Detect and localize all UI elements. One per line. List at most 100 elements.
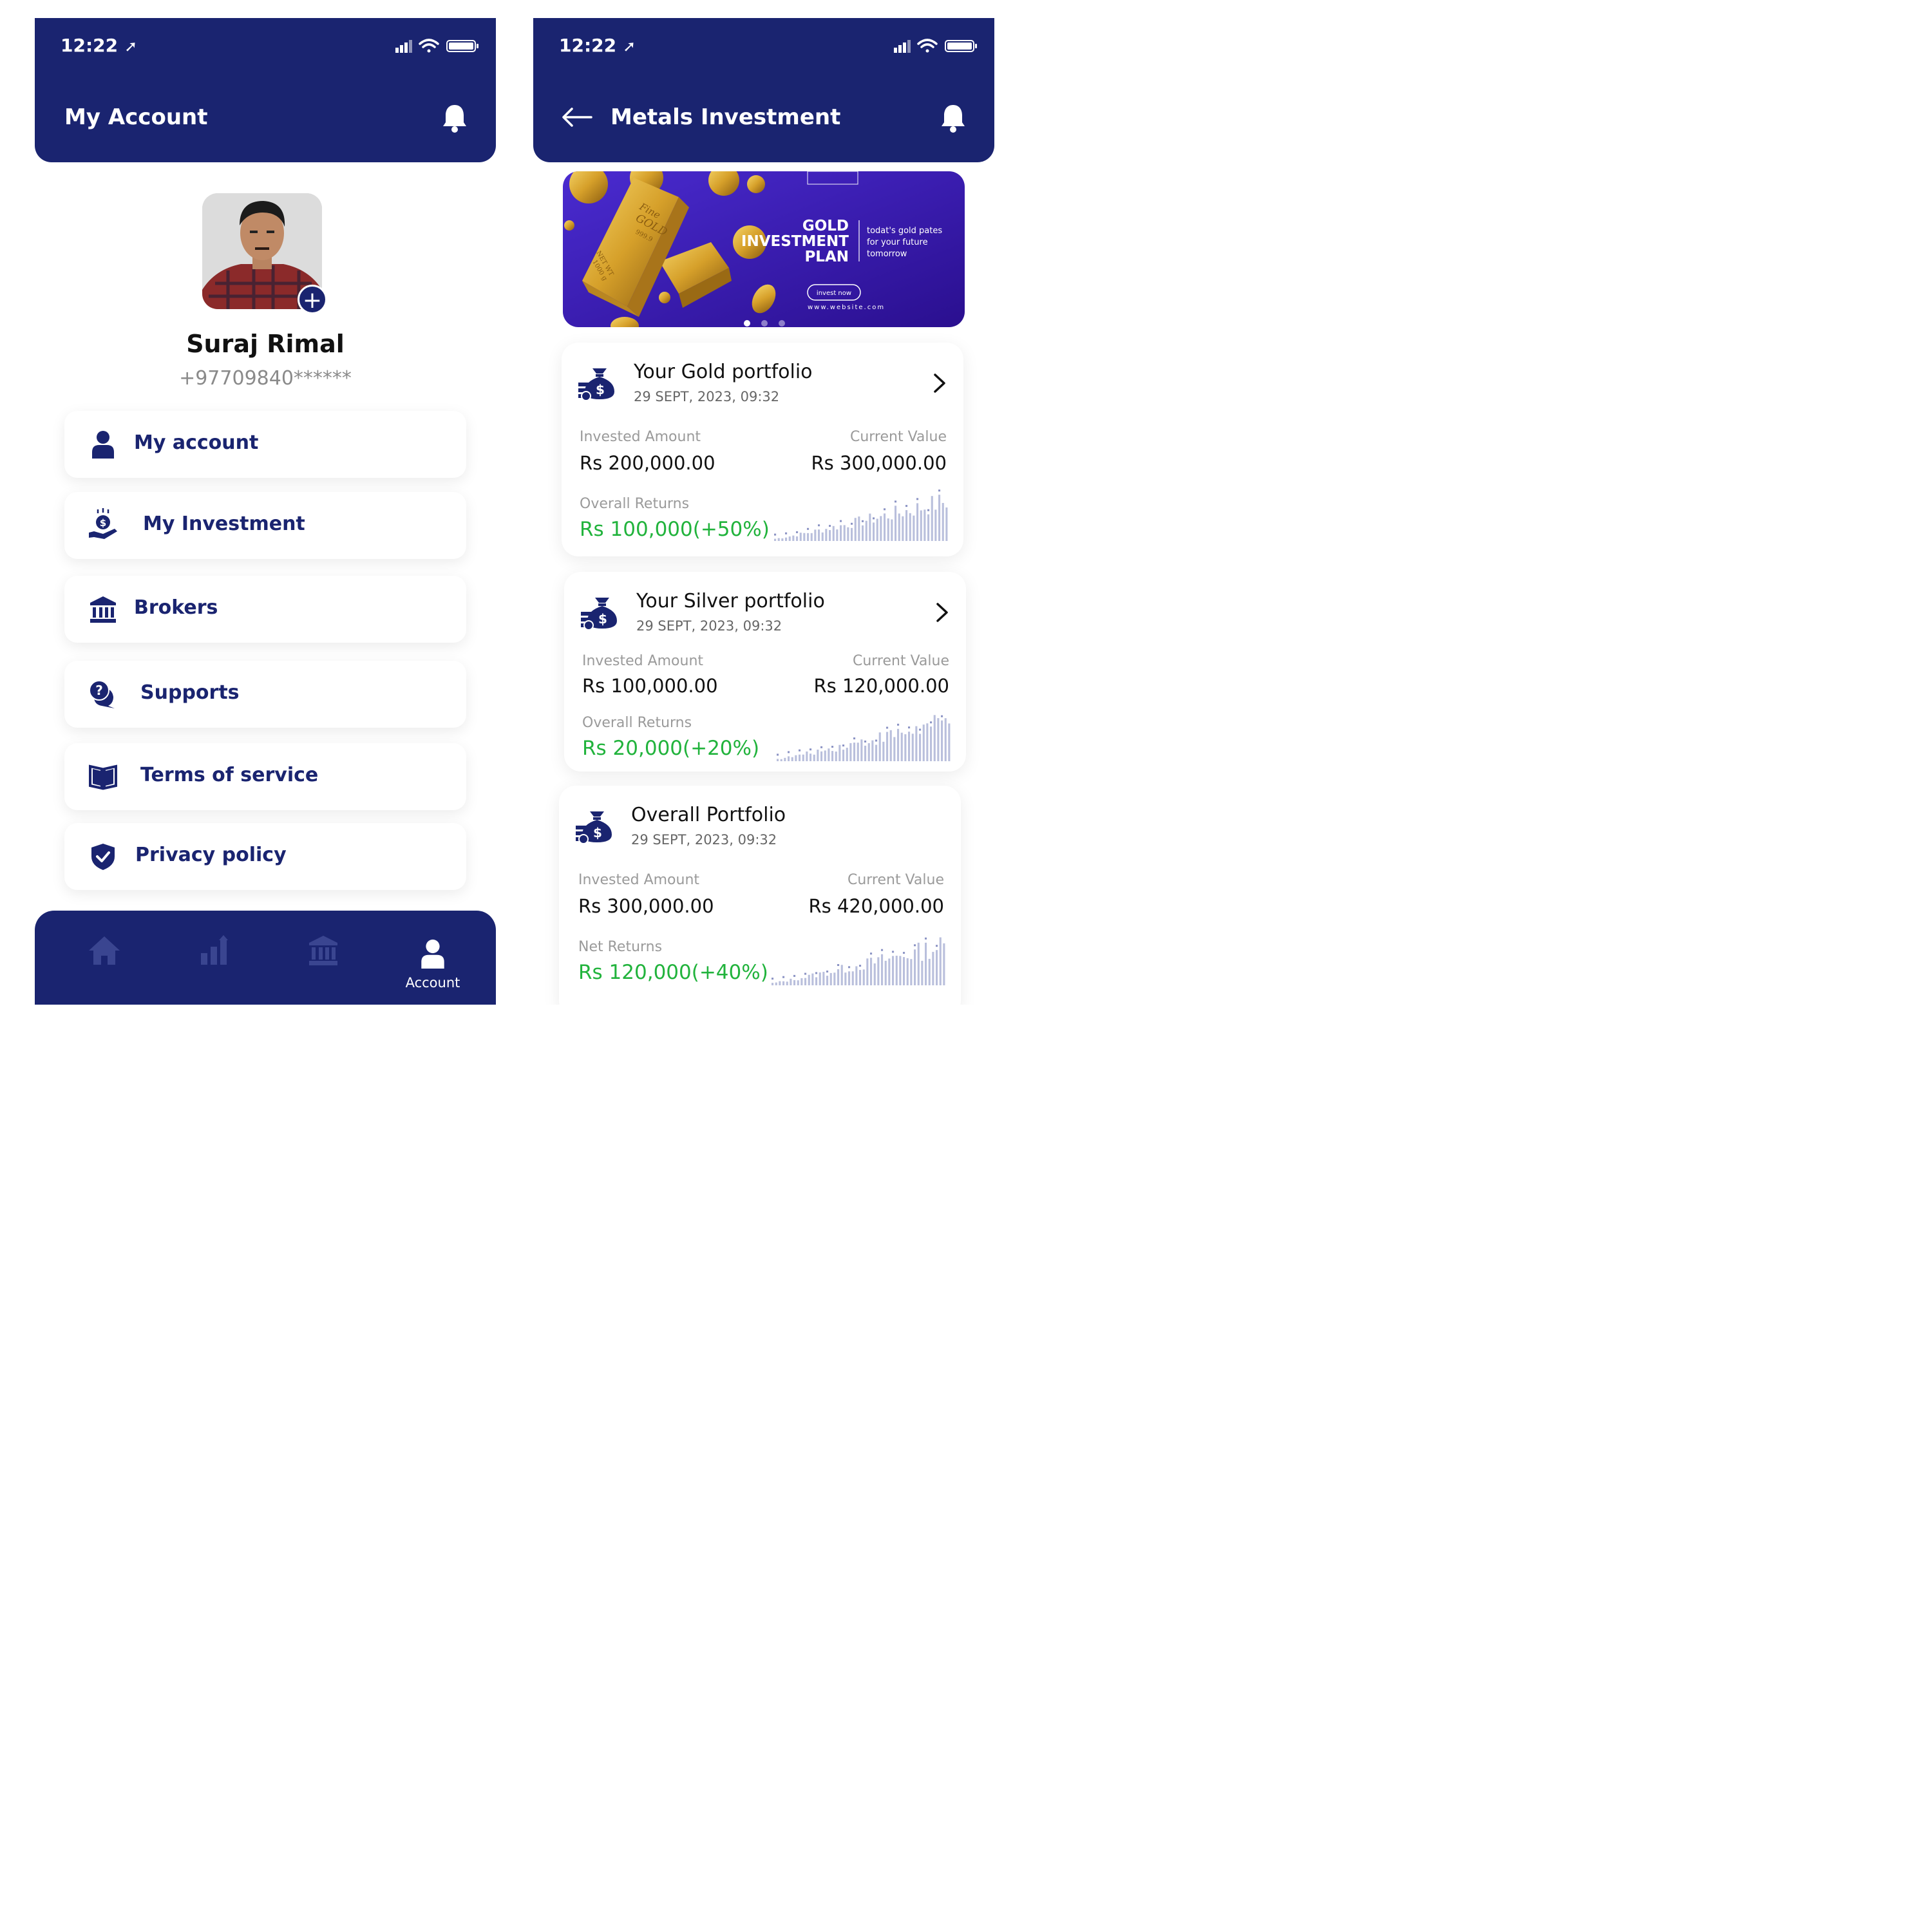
sparkline-bar bbox=[799, 533, 802, 541]
gold-portfolio-card[interactable]: $ Your Gold portfolio 29 SEPT, 2023, 09:… bbox=[562, 343, 963, 556]
svg-text:$: $ bbox=[596, 382, 605, 397]
sparkline-bar bbox=[937, 718, 940, 761]
sparkline-bar bbox=[785, 537, 788, 541]
sparkline-bar bbox=[914, 949, 916, 985]
nav-home[interactable] bbox=[66, 934, 143, 998]
sparkline-bar bbox=[842, 750, 845, 761]
sparkline-bar bbox=[853, 743, 856, 761]
sparkline-marker bbox=[782, 976, 785, 978]
sparkline-marker bbox=[864, 740, 867, 743]
bank-icon bbox=[90, 596, 116, 623]
chevron-right-icon[interactable] bbox=[935, 601, 949, 623]
shield-check-icon bbox=[91, 844, 115, 870]
bank-icon bbox=[309, 936, 337, 965]
sparkline-bar bbox=[875, 744, 878, 761]
plus-icon: + bbox=[302, 287, 323, 314]
sparkline-bar bbox=[945, 507, 948, 541]
home-icon bbox=[89, 936, 120, 965]
sparkline-bar bbox=[790, 978, 792, 985]
sparkline-marker bbox=[840, 520, 842, 522]
sparkline-bar bbox=[795, 755, 797, 761]
returns-value: Rs 100,000(+50%) bbox=[580, 518, 770, 541]
current-value: Rs 300,000.00 bbox=[811, 452, 947, 474]
sparkline-marker bbox=[903, 952, 905, 954]
sparkline-bar bbox=[865, 520, 867, 541]
nav-markets[interactable] bbox=[175, 934, 252, 998]
sparkline-bar bbox=[948, 723, 951, 761]
sparkline-marker bbox=[905, 505, 908, 507]
sparkline-bar bbox=[851, 971, 854, 985]
sparkline-bar bbox=[873, 963, 876, 985]
card-title: Your Gold portfolio bbox=[634, 361, 813, 383]
sparkline-marker bbox=[938, 489, 941, 492]
overall-portfolio-card[interactable]: $ Overall Portfolio 29 SEPT, 2023, 09:32… bbox=[559, 786, 961, 1005]
card-date: 29 SEPT, 2023, 09:32 bbox=[634, 389, 780, 404]
bell-icon[interactable] bbox=[940, 103, 966, 133]
sparkline-bar bbox=[857, 743, 859, 761]
sparkline-bar bbox=[880, 516, 882, 541]
sparkline-bar bbox=[854, 518, 857, 541]
sparkline-marker bbox=[815, 972, 818, 974]
sparkline-bar bbox=[921, 960, 923, 985]
menu-label: My Investment bbox=[143, 513, 305, 535]
banner-title-line: INVESTMENT bbox=[741, 233, 849, 250]
menu-item-my-investment[interactable]: $ My Investment bbox=[64, 492, 466, 559]
person-icon bbox=[421, 939, 444, 969]
svg-text:$: $ bbox=[593, 825, 602, 840]
sparkline-bar bbox=[869, 513, 871, 541]
sparkline-bar bbox=[913, 515, 915, 541]
nav-brokers[interactable] bbox=[285, 934, 362, 998]
sparkline-bar bbox=[791, 757, 793, 761]
sparkline-bar bbox=[922, 724, 925, 761]
sparkline-marker bbox=[851, 522, 853, 525]
current-label: Current Value bbox=[852, 653, 949, 669]
current-label: Current Value bbox=[847, 872, 944, 888]
current-label: Current Value bbox=[849, 429, 947, 445]
sparkline-marker bbox=[820, 746, 823, 748]
nav-label: Account bbox=[405, 975, 460, 990]
banner-tagline: todat's gold pates bbox=[867, 226, 942, 236]
app-header: 12:22 ➚ My Account bbox=[35, 18, 496, 162]
sparkline-marker bbox=[930, 721, 933, 724]
menu-item-supports[interactable]: ? Supports bbox=[64, 661, 466, 728]
sparkline-marker bbox=[897, 723, 900, 726]
sparkline-bar bbox=[900, 732, 903, 761]
back-arrow-icon[interactable] bbox=[562, 107, 592, 128]
sparkline-bar bbox=[920, 510, 922, 541]
menu-item-terms-of-service[interactable]: Terms of service bbox=[64, 743, 466, 810]
sparkline-bar bbox=[786, 981, 788, 985]
sparkline-bar bbox=[772, 983, 774, 985]
battery-icon bbox=[945, 40, 977, 52]
status-bar: 12:22 ➚ bbox=[61, 35, 479, 57]
add-photo-button[interactable]: + bbox=[298, 285, 327, 314]
menu-label: Terms of service bbox=[140, 764, 319, 786]
sparkline-bar bbox=[779, 981, 781, 985]
banner-title-line: GOLD bbox=[802, 218, 849, 234]
sparkline-bar bbox=[895, 956, 898, 985]
sparkline-marker bbox=[925, 937, 927, 940]
sparkline-bar bbox=[941, 720, 943, 761]
current-value: Rs 120,000.00 bbox=[813, 675, 949, 697]
sparkline-bar bbox=[821, 532, 824, 541]
sparkline-bar bbox=[803, 533, 806, 541]
sparkline-marker bbox=[826, 971, 829, 973]
menu-item-brokers[interactable]: Brokers bbox=[64, 576, 466, 643]
returns-label: Overall Returns bbox=[582, 715, 692, 731]
sparkline-bar bbox=[797, 980, 799, 985]
bell-icon[interactable] bbox=[442, 103, 468, 133]
sparkline-marker bbox=[886, 726, 889, 729]
menu-item-my-account[interactable]: My account bbox=[64, 411, 466, 478]
sparkline-bar bbox=[844, 972, 847, 985]
money-bag-icon: $ bbox=[578, 368, 614, 401]
chevron-right-icon[interactable] bbox=[933, 372, 947, 394]
nav-account[interactable]: Account bbox=[394, 939, 471, 1003]
promo-banner[interactable]: Fine GOLD 999.9 NET WT 1000 g GOLD INVES… bbox=[563, 171, 965, 327]
sparkline-bar bbox=[936, 950, 938, 985]
silver-portfolio-card[interactable]: $ Your Silver portfolio 29 SEPT, 2023, 0… bbox=[564, 572, 966, 772]
user-name: Suraj Rimal bbox=[186, 330, 345, 358]
banner-title-line: PLAN bbox=[804, 249, 849, 265]
menu-item-privacy-policy[interactable]: Privacy policy bbox=[64, 823, 466, 890]
sparkline-bar bbox=[898, 513, 900, 541]
sparkline-bar bbox=[829, 972, 832, 985]
sparkline-marker bbox=[870, 952, 873, 955]
